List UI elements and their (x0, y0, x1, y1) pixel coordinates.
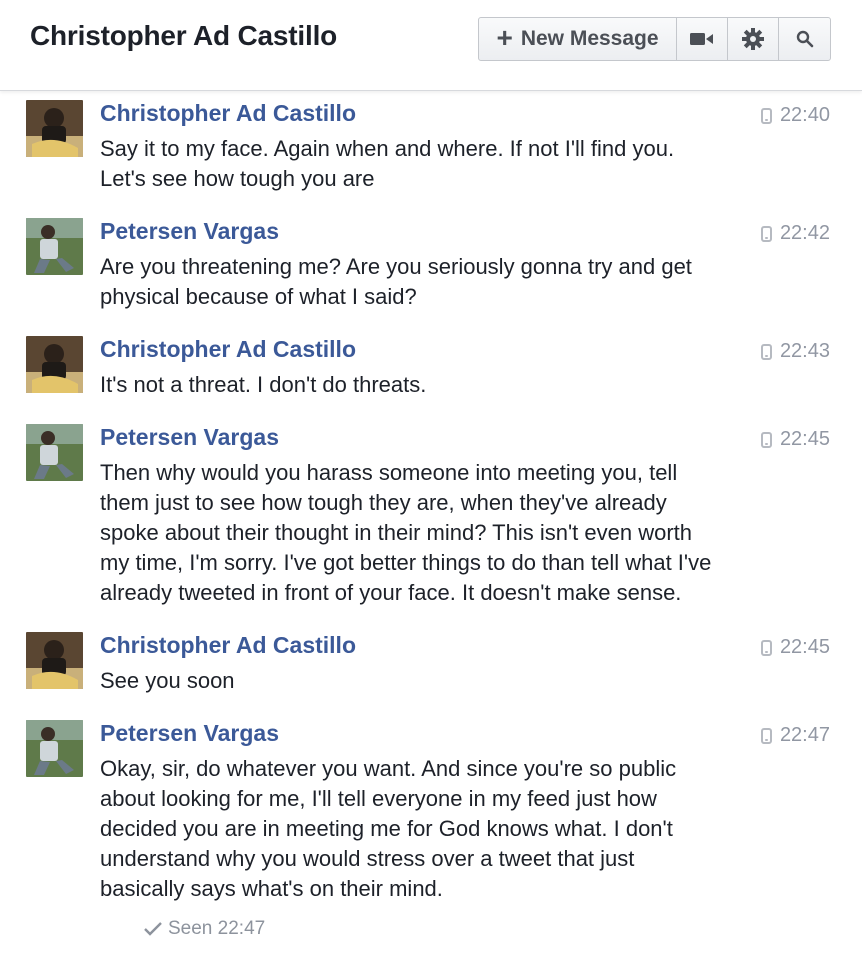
avatar[interactable] (26, 424, 83, 481)
message-body: Say it to my face. Again when and where.… (100, 134, 760, 194)
sender-name[interactable]: Christopher Ad Castillo (100, 100, 356, 127)
message-body: Then why would you harass someone into m… (100, 458, 760, 608)
sender-name[interactable]: Christopher Ad Castillo (100, 336, 356, 363)
message-body: It's not a threat. I don't do threats. (100, 370, 760, 400)
search-button[interactable] (779, 18, 830, 60)
message-line: about looking for me, I'll tell everyone… (100, 786, 657, 811)
message-timestamp: 22:45 (760, 428, 830, 451)
avatar[interactable] (26, 336, 83, 393)
message-line: spoke about their thought in their mind?… (100, 520, 693, 545)
message-line: my time, I'm sorry. I've got better thin… (100, 550, 712, 575)
conversation-title: Christopher Ad Castillo (30, 20, 338, 51)
settings-button[interactable] (728, 18, 779, 60)
sender-name[interactable]: Petersen Vargas (100, 424, 279, 451)
message-line: physical because of what I said? (100, 284, 417, 309)
timestamp-text: 22:42 (779, 222, 830, 244)
timestamp-text: 22:43 (779, 340, 830, 362)
video-call-button[interactable] (677, 18, 728, 60)
avatar[interactable] (26, 100, 83, 157)
sender-name[interactable]: Petersen Vargas (100, 218, 279, 245)
message-line: already tweeted in front of your face. I… (100, 580, 682, 605)
message-timestamp: 22:42 (760, 222, 830, 245)
new-message-label: New Message (520, 27, 659, 50)
seen-text: Seen 22:47 (168, 918, 266, 939)
sender-name[interactable]: Petersen Vargas (100, 720, 279, 747)
checkmark-icon (144, 922, 162, 936)
mobile-phone-icon (760, 343, 772, 360)
message-timestamp: 22:43 (760, 340, 830, 363)
mobile-phone-icon (760, 431, 772, 448)
message-line: It's not a threat. I don't do threats. (100, 372, 427, 397)
avatar[interactable] (26, 720, 83, 777)
plus-icon: + (496, 21, 513, 53)
conversation-header: Christopher Ad Castillo + New Message (0, 0, 862, 91)
timestamp-text: 22:40 (779, 104, 830, 126)
message-timestamp: 22:40 (760, 104, 830, 127)
timestamp-text: 22:47 (779, 724, 830, 746)
message-timestamp: 22:47 (760, 724, 830, 747)
mobile-phone-icon (760, 639, 772, 656)
message-line: Okay, sir, do whatever you want. And sin… (100, 756, 677, 781)
mobile-phone-icon (760, 107, 772, 124)
message-line: Let's see how tough you are (100, 166, 375, 191)
timestamp-text: 22:45 (779, 428, 830, 450)
video-icon (690, 33, 713, 45)
mobile-phone-icon (760, 727, 772, 744)
message-line: understand why you would stress over a t… (100, 846, 635, 871)
message-line: Then why would you harass someone into m… (100, 460, 678, 485)
message-timestamp: 22:45 (760, 636, 830, 659)
message-line: Are you threatening me? Are you seriousl… (100, 254, 692, 279)
message-line: basically says what's on their mind. (100, 876, 443, 901)
timestamp-text: 22:45 (779, 636, 830, 658)
sender-name[interactable]: Christopher Ad Castillo (100, 632, 356, 659)
new-message-button[interactable]: + New Message (479, 18, 677, 60)
message-body: Okay, sir, do whatever you want. And sin… (100, 754, 760, 904)
message-line: them just to see how tough they are, whe… (100, 490, 667, 515)
message-line: See you soon (100, 668, 235, 693)
message-body: See you soon (100, 666, 760, 696)
avatar[interactable] (26, 632, 83, 689)
search-icon (796, 30, 813, 48)
avatar[interactable] (26, 218, 83, 275)
seen-receipt: Seen 22:47 (144, 918, 265, 940)
message-body: Are you threatening me? Are you seriousl… (100, 252, 760, 312)
header-toolbar: + New Message (478, 17, 831, 61)
gear-icon (742, 28, 764, 50)
mobile-phone-icon (760, 225, 772, 242)
message-line: Say it to my face. Again when and where.… (100, 136, 675, 161)
message-line: decided you are in meeting me for God kn… (100, 816, 673, 841)
